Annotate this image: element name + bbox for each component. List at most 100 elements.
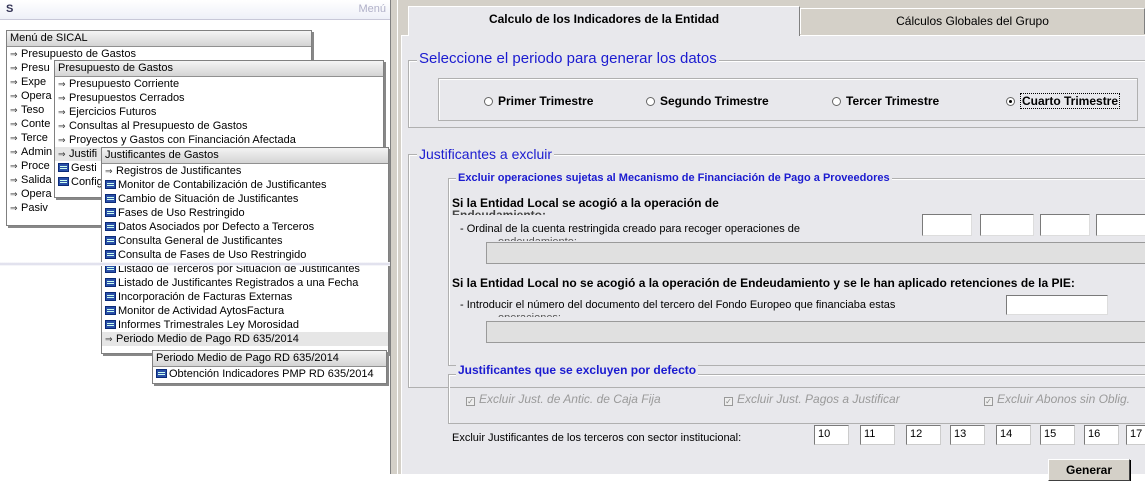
menu-item[interactable]: Monitor de Actividad AytosFactura [102, 304, 388, 318]
radio-tercer-trimestre[interactable]: Tercer Trimestre [832, 94, 939, 108]
menu-item[interactable]: ⇒ Consultas al Presupuesto de Gastos [55, 119, 383, 133]
check-pagos-justificar[interactable]: ✓ Excluir Just. Pagos a Justificar [724, 392, 900, 406]
sector-input-10[interactable]: 10 [814, 425, 849, 445]
submenu-arrow-icon: ⇒ [58, 135, 66, 145]
form-icon [105, 278, 116, 287]
presupuesto-menu-title: Presupuesto de Gastos [55, 61, 383, 77]
documento-description [486, 321, 1145, 343]
ordinal-input-4[interactable] [1096, 214, 1145, 236]
check-caja-fija[interactable]: ✓ Excluir Just. de Antic. de Caja Fija [466, 392, 661, 406]
menu-item[interactable]: Listado de Justificantes Registrados a u… [102, 276, 388, 290]
radio-cuarto-trimestre[interactable]: Cuarto Trimestre [1006, 93, 1121, 109]
menu-item[interactable]: Monitor de Contabilización de Justifican… [102, 178, 388, 192]
menu-item-obtencion-indicadores[interactable]: Obtención Indicadores PMP RD 635/2014 [153, 367, 386, 381]
menu-item[interactable]: Incorporación de Facturas Externas [102, 290, 388, 304]
sector-input-16[interactable]: 16 [1084, 425, 1119, 445]
q1-label-cut: Endeudamiento: [452, 208, 547, 215]
splitter[interactable] [390, 0, 398, 474]
sical-menu-title: Menú de SICAL [7, 31, 311, 47]
form-icon [105, 208, 116, 217]
justificantes-menu-title: Justificantes de Gastos [102, 148, 388, 164]
radio-icon [484, 97, 493, 106]
checkbox-icon: ✓ [724, 397, 733, 406]
check-abonos-sin-oblig[interactable]: ✓ Excluir Abonos sin Oblig. [984, 392, 1130, 406]
q2-field-label-cut: operaciones: [498, 312, 561, 317]
excluir-legend: Justificantes a excluir [417, 146, 555, 162]
submenu-arrow-icon: ⇒ [10, 91, 18, 101]
menu-header-label: Menú [358, 3, 386, 15]
form-icon [105, 222, 116, 231]
tab-calculos-globales[interactable]: Cálculos Globales del Grupo [800, 8, 1145, 34]
q1-field-label: - Ordinal de la cuenta restringida cread… [460, 223, 800, 235]
divider [0, 262, 390, 266]
sector-input-17[interactable]: 17 [1126, 425, 1145, 445]
generar-button[interactable]: Generar [1048, 459, 1130, 481]
menu-item[interactable]: Consulta de Fases de Uso Restringido [102, 248, 388, 262]
submenu-arrow-icon: ⇒ [10, 77, 18, 87]
sector-input-15[interactable]: 15 [1040, 425, 1075, 445]
pmp-menu-title: Periodo Medio de Pago RD 635/2014 [153, 351, 386, 367]
menu-pane: S Menú Menú de SICAL ⇒ Presupuesto de Gas… [0, 0, 398, 474]
q2-field-label: - Introducir el número del documento del… [460, 299, 896, 311]
ordinal-input-3[interactable] [1040, 214, 1090, 236]
form-icon [105, 250, 116, 259]
submenu-arrow-icon: ⇒ [58, 107, 66, 117]
q2-label: Si la Entidad Local no se acogió a la op… [452, 276, 1075, 290]
submenu-arrow-icon: ⇒ [10, 203, 18, 213]
ordinal-input-1[interactable] [922, 214, 972, 236]
ordinal-description [486, 242, 1145, 264]
documento-input[interactable] [1006, 295, 1108, 315]
periodo-legend: Seleccione el periodo para generar los d… [417, 50, 719, 67]
menu-item[interactable]: ⇒ Periodo Medio de Pago RD 635/2014 [102, 332, 388, 346]
app-icon: S [6, 3, 14, 15]
form-pane: Calculo de los Indicadores de la Entidad… [398, 0, 1145, 481]
sector-input-12[interactable]: 12 [906, 425, 941, 445]
form-icon [105, 180, 116, 189]
submenu-arrow-icon: ⇒ [10, 105, 18, 115]
menu-item[interactable]: Informes Trimestrales Ley Morosidad [102, 318, 388, 332]
tab-content: Seleccione el periodo para generar los d… [401, 35, 1145, 481]
submenu-arrow-icon: ⇒ [10, 119, 18, 129]
submenu-arrow-icon: ⇒ [10, 161, 18, 171]
menu-item[interactable]: Cambio de Situación de Justificantes [102, 192, 388, 206]
submenu-arrow-icon: ⇒ [58, 149, 66, 159]
submenu-arrow-icon: ⇒ [58, 121, 66, 131]
mecanismo-legend: Excluir operaciones sujetas al Mecanismo… [456, 172, 892, 184]
radio-segundo-trimestre[interactable]: Segundo Trimestre [646, 94, 769, 108]
radio-selected-icon [1006, 97, 1015, 106]
submenu-arrow-icon: ⇒ [10, 63, 18, 73]
submenu-arrow-icon: ⇒ [10, 133, 18, 143]
submenu-arrow-icon: ⇒ [10, 147, 18, 157]
menu-item[interactable]: Datos Asociados por Defecto a Terceros [102, 220, 388, 234]
menu-item[interactable]: ⇒ Presupuesto de Gastos [7, 47, 311, 61]
menu-item[interactable]: ⇒ Presupuesto Corriente [55, 77, 383, 91]
submenu-arrow-icon: ⇒ [10, 189, 18, 199]
submenu-arrow-icon: ⇒ [105, 166, 113, 176]
form-icon [156, 369, 167, 378]
sector-input-11[interactable]: 11 [860, 425, 895, 445]
submenu-arrow-icon: ⇒ [105, 334, 113, 344]
sector-label: Excluir Justificantes de los terceros co… [452, 432, 742, 444]
radio-primer-trimestre[interactable]: Primer Trimestre [484, 94, 593, 108]
menu-item[interactable]: ⇒ Proyectos y Gastos con Financiación Afe… [55, 133, 383, 147]
form-icon [105, 292, 116, 301]
menu-item[interactable]: ⇒ Ejercicios Futuros [55, 105, 383, 119]
menu-item[interactable]: Consulta General de Justificantes [102, 234, 388, 248]
sector-input-13[interactable]: 13 [950, 425, 985, 445]
menu-item[interactable]: ⇒ Registros de Justificantes [102, 164, 388, 178]
form-icon [58, 177, 69, 186]
submenu-arrow-icon: ⇒ [10, 49, 18, 59]
form-icon [58, 163, 69, 172]
tab-bar: Calculo de los Indicadores de la Entidad… [398, 0, 1145, 38]
q1-field-label-cut: endeudamiento: [498, 236, 577, 241]
menu-item[interactable]: ⇒ Presupuestos Cerrados [55, 91, 383, 105]
sector-input-14[interactable]: 14 [996, 425, 1031, 445]
menu-header: S Menú [0, 0, 390, 20]
form-icon [105, 236, 116, 245]
pmp-menu: Periodo Medio de Pago RD 635/2014 Obtenc… [152, 350, 387, 384]
checkbox-icon: ✓ [466, 397, 475, 406]
tab-calculo-indicadores[interactable]: Calculo de los Indicadores de la Entidad [408, 6, 800, 36]
ordinal-input-2[interactable] [980, 214, 1034, 236]
menu-item[interactable]: Fases de Uso Restringido [102, 206, 388, 220]
submenu-arrow-icon: ⇒ [58, 93, 66, 103]
